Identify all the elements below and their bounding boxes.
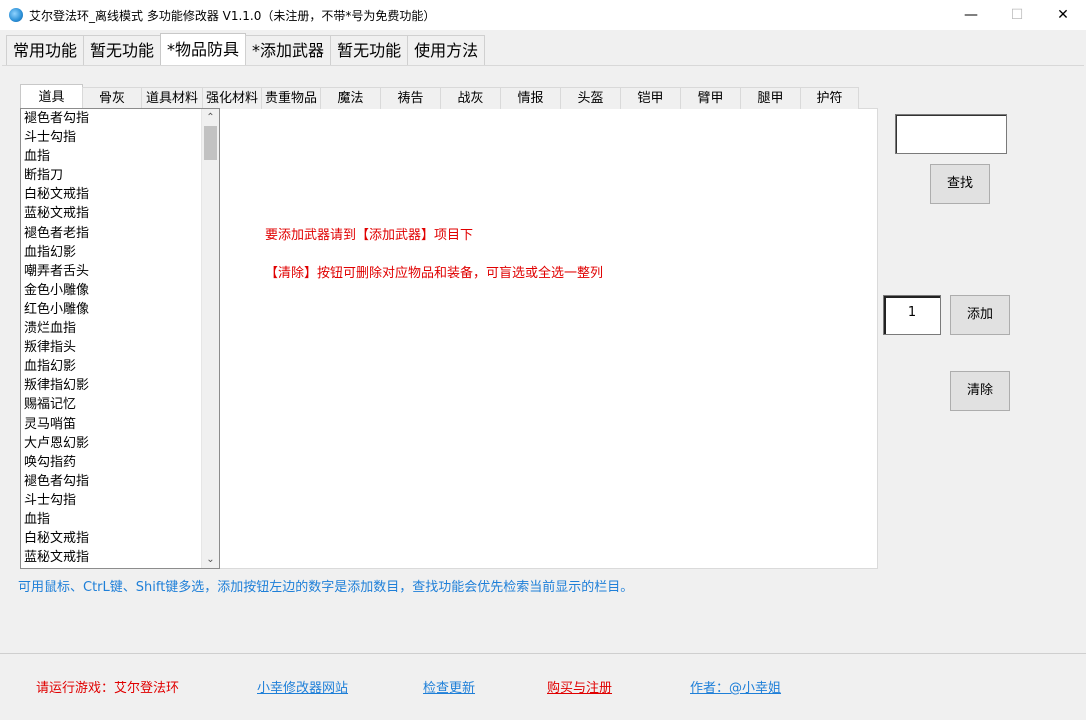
main-tabs: 常用功能 暂无功能 *物品防具 *添加武器 暂无功能 使用方法: [6, 33, 486, 65]
scroll-thumb[interactable]: [204, 126, 217, 160]
tab-add-weapon[interactable]: *添加武器: [245, 35, 332, 65]
maximize-button[interactable]: ☐: [994, 0, 1040, 30]
item-list[interactable]: 褪色者勾指 斗士勾指 血指 断指刀 白秘文戒指 蓝秘文戒指 褪色者老指 血指幻影…: [20, 108, 220, 569]
list-item[interactable]: 褪色者勾指: [24, 472, 219, 491]
list-item[interactable]: 白秘文戒指: [24, 529, 219, 548]
tab-common[interactable]: 常用功能: [6, 35, 85, 65]
list-item[interactable]: 断指刀: [24, 166, 219, 185]
author-link[interactable]: 作者：@小幸姐: [690, 677, 781, 696]
list-item[interactable]: 溃烂血指: [24, 319, 219, 338]
list-item[interactable]: 嘲弄者舌头: [24, 262, 219, 281]
list-item[interactable]: 红色小雕像: [24, 300, 219, 319]
subtab-incantation[interactable]: 祷告: [380, 87, 441, 109]
clear-note: 【清除】按钮可删除对应物品和装备，可盲选或全选一整列: [265, 266, 604, 281]
list-item[interactable]: 灵马哨笛: [24, 415, 219, 434]
add-button[interactable]: 添加: [950, 295, 1010, 335]
quantity-input[interactable]: 1: [883, 295, 941, 335]
search-input[interactable]: [895, 114, 1007, 154]
list-item[interactable]: 白秘文戒指: [24, 185, 219, 204]
list-item[interactable]: 叛律指头: [24, 338, 219, 357]
sub-tabs: 道具 骨灰 道具材料 强化材料 贵重物品 魔法 祷告 战灰 情报 头盔 铠甲 臂…: [20, 83, 859, 109]
list-item[interactable]: 斗士勾指: [24, 491, 219, 510]
list-item[interactable]: 斗士勾指: [24, 128, 219, 147]
list-item[interactable]: 金色小雕像: [24, 281, 219, 300]
check-update-link[interactable]: 检查更新: [423, 677, 475, 696]
list-item[interactable]: 血指: [24, 147, 219, 166]
subtab-talisman[interactable]: 护符: [800, 87, 859, 109]
tab-items-armor[interactable]: *物品防具: [160, 33, 247, 65]
subtab-legs[interactable]: 腿甲: [740, 87, 801, 109]
list-item[interactable]: 血指: [24, 510, 219, 529]
subtab-info[interactable]: 情报: [500, 87, 561, 109]
list-item[interactable]: 血指幻影: [24, 357, 219, 376]
close-button[interactable]: ✕: [1040, 0, 1086, 30]
subtab-sorcery[interactable]: 魔法: [320, 87, 381, 109]
subtab-ashes-of-war[interactable]: 战灰: [440, 87, 501, 109]
list-scrollbar[interactable]: ⌃ ⌄: [201, 109, 219, 568]
subtab-helm[interactable]: 头盔: [560, 87, 621, 109]
website-link[interactable]: 小幸修改器网站: [257, 677, 348, 696]
weapon-note: 要添加武器请到【添加武器】项目下: [265, 228, 474, 243]
list-item[interactable]: 褪色者勾指: [24, 109, 219, 128]
subtab-item-materials[interactable]: 道具材料: [141, 87, 203, 109]
title-bar: 艾尔登法环_离线模式 多功能修改器 V1.1.0（未注册，不带*号为免费功能） …: [0, 0, 1086, 30]
list-item[interactable]: 叛律指幻影: [24, 376, 219, 395]
tab-usage[interactable]: 使用方法: [407, 35, 486, 65]
minimize-button[interactable]: —: [948, 0, 994, 30]
subtab-chest[interactable]: 铠甲: [620, 87, 681, 109]
scroll-up-icon[interactable]: ⌃: [202, 109, 219, 126]
buy-register-link[interactable]: 购买与注册: [547, 677, 612, 696]
tab-none-2[interactable]: 暂无功能: [330, 35, 409, 65]
list-item[interactable]: 蓝秘文戒指: [24, 204, 219, 223]
list-item[interactable]: 赐福记忆: [24, 395, 219, 414]
scroll-down-icon[interactable]: ⌄: [202, 551, 219, 568]
list-item[interactable]: 蓝秘文戒指: [24, 548, 219, 567]
window-title: 艾尔登法环_离线模式 多功能修改器 V1.1.0（未注册，不带*号为免费功能）: [29, 9, 436, 23]
list-item[interactable]: 血指幻影: [24, 243, 219, 262]
game-status: 请运行游戏：艾尔登法环: [36, 681, 180, 696]
list-item[interactable]: 大卢恩幻影: [24, 434, 219, 453]
list-item[interactable]: 褪色者老指: [24, 224, 219, 243]
tab-none-1[interactable]: 暂无功能: [83, 35, 162, 65]
search-button[interactable]: 查找: [930, 164, 990, 204]
app-icon: [9, 8, 23, 22]
usage-hint: 可用鼠标、CtrL键、Shift键多选，添加按钮左边的数字是添加数目，查找功能会…: [18, 580, 634, 595]
subtab-gauntlets[interactable]: 臂甲: [680, 87, 741, 109]
footer-divider: [0, 653, 1086, 654]
clear-button[interactable]: 清除: [950, 371, 1010, 411]
subtab-items[interactable]: 道具: [20, 84, 83, 109]
subtab-key-items[interactable]: 贵重物品: [261, 87, 321, 109]
item-list-items: 褪色者勾指 斗士勾指 血指 断指刀 白秘文戒指 蓝秘文戒指 褪色者老指 血指幻影…: [21, 109, 219, 567]
list-item[interactable]: 唤勾指药: [24, 453, 219, 472]
subtab-ashes[interactable]: 骨灰: [82, 87, 142, 109]
subtab-upgrade-materials[interactable]: 强化材料: [202, 87, 262, 109]
